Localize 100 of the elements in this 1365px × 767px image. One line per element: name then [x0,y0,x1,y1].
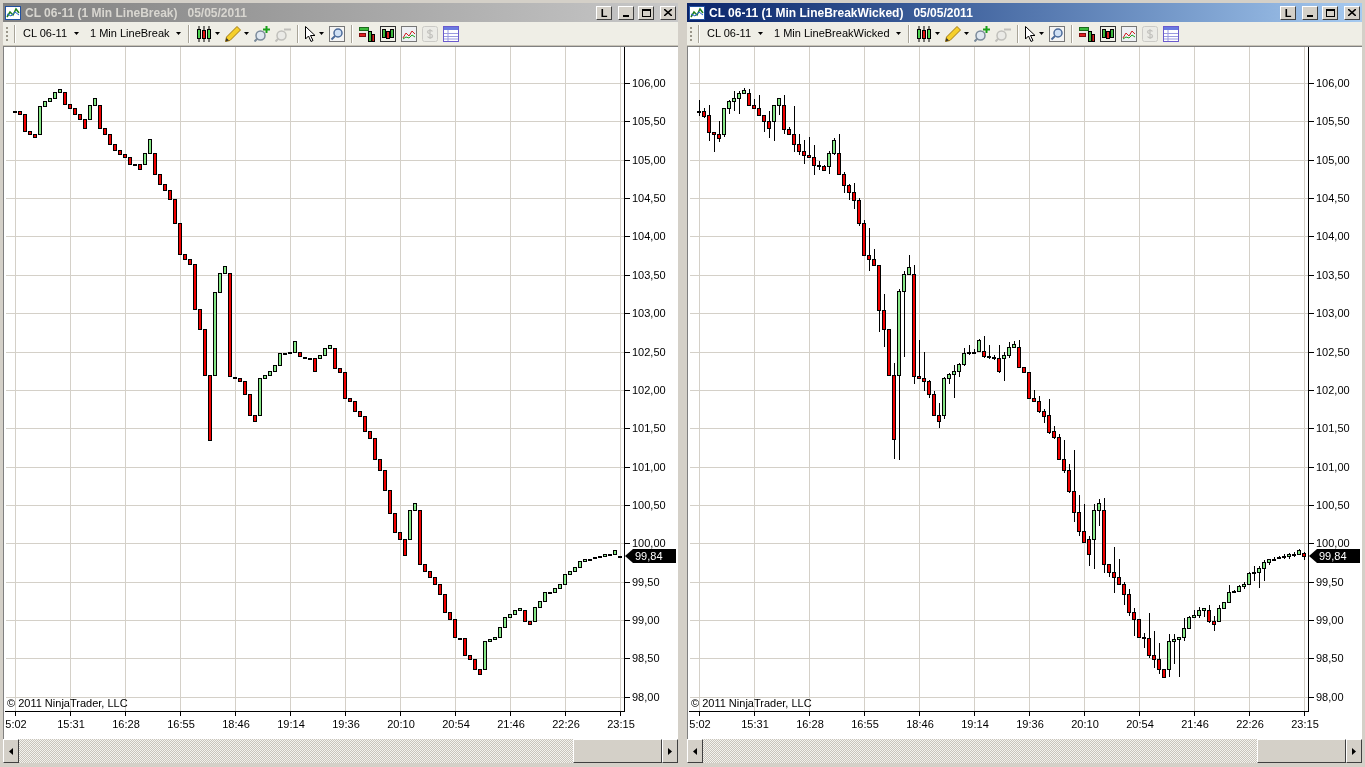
window-title: CL 06-11 (1 Min LineBreakWicked) [709,5,904,20]
price-axis-label: 106,00 [632,78,666,89]
candles-box-icon [379,25,396,42]
scroll-right-button[interactable] [662,739,678,763]
caption-button[interactable]: L [1280,5,1296,20]
time-axis-label: 15:31 [741,718,769,731]
price-axis-label: 104,00 [632,231,666,242]
time-axis-label: 5:02 [689,718,711,731]
time-axis-label: 20:10 [387,718,415,731]
price-axis-label: 101,00 [632,462,666,473]
zoom-in-icon [973,25,990,42]
scroll-left-button[interactable] [687,739,703,763]
period-dropdown[interactable]: 1 Min LineBreakWicked [773,23,902,44]
close-button[interactable] [1344,5,1360,20]
price-axis-label: 98,50 [1316,653,1344,664]
magnifier-box-icon [328,25,345,42]
caret-icon [895,32,901,35]
time-axis-label: 19:14 [277,718,305,731]
scroll-right-button[interactable] [1346,739,1362,763]
time-axis-label: 23:15 [1291,718,1319,731]
dollar-icon [1141,25,1158,42]
caret-icon [74,32,80,35]
time-axis-label: 22:26 [552,718,580,731]
time-axis-label: 21:46 [1181,718,1209,731]
price-axis-label: 104,00 [1316,231,1350,242]
maximize-button[interactable] [638,5,654,20]
chart-icon [689,5,705,20]
table-icon [442,25,459,42]
minimize-icon [623,14,629,17]
zoom-in-icon [253,25,270,42]
price-axis-label: 99,50 [1316,577,1344,588]
candles-icon [915,25,932,42]
time-axis-label: 16:55 [167,718,195,731]
drawing-tool-button[interactable] [224,23,249,44]
close-icon [664,9,672,16]
close-button[interactable] [660,5,676,20]
price-axis-label: 102,50 [1316,347,1350,358]
pointer-button[interactable] [1024,23,1044,44]
bars-icon [1078,25,1095,42]
time-axis-label: 19:14 [961,718,989,731]
time-axis-label: 23:15 [607,718,635,731]
chart-style-button[interactable] [195,23,220,44]
drawing-tool-button[interactable] [944,23,969,44]
price-axis-label: 105,50 [1316,116,1350,127]
time-axis-label: 18:46 [222,718,250,731]
scrollbar-thumb[interactable] [573,739,662,763]
close-icon [1348,9,1356,16]
zoom-in-button[interactable] [253,23,270,44]
caption-button[interactable]: L [596,5,612,20]
chart-image-button[interactable] [1120,23,1137,44]
left-arrow-icon [9,747,13,755]
price-axis-label: 105,50 [632,116,666,127]
copyright-text: © 2011 NinjaTrader, LLC [7,697,128,709]
price-axis-label: 101,00 [1316,462,1350,473]
properties-button[interactable] [1162,23,1179,44]
pointer-button[interactable] [304,23,324,44]
pointer-icon [304,25,316,42]
candles-icon [195,25,212,42]
scroll-left-button[interactable] [3,739,19,763]
chart-style-button[interactable] [915,23,940,44]
price-axis-label: 100,00 [632,538,666,549]
pointer-icon [1024,25,1036,42]
strategies-button[interactable] [379,23,396,44]
time-axis-label: 20:54 [442,718,470,731]
price-axis-label: 103,50 [1316,270,1350,281]
strategies-button[interactable] [1099,23,1116,44]
price-axis-label: 101,50 [632,423,666,434]
time-axis-label: 16:28 [112,718,140,731]
price-axis-label: 105,00 [632,155,666,166]
instrument-dropdown[interactable]: CL 06-11 [706,23,765,44]
table-icon [1162,25,1179,42]
price-axis-label: 100,50 [1316,500,1350,511]
data-box-button[interactable] [328,23,345,44]
zoom-in-button[interactable] [973,23,990,44]
period-dropdown[interactable]: 1 Min LineBreak [89,23,182,44]
copyright-text: © 2011 NinjaTrader, LLC [691,697,812,709]
maximize-button[interactable] [1322,5,1338,20]
pencil-icon [224,25,241,42]
instrument-dropdown[interactable]: CL 06-11 [22,23,81,44]
last-price-label: 99,84 [625,549,676,563]
chart-icon [5,5,21,20]
time-axis-label: 16:28 [796,718,824,731]
chart-image-button[interactable] [400,23,417,44]
caret-icon [175,32,181,35]
price-axis-label: 103,00 [1316,308,1350,319]
price-axis-label: 105,00 [1316,155,1350,166]
time-axis-label: 16:55 [851,718,879,731]
properties-button[interactable] [442,23,459,44]
candles-box-icon [1099,25,1116,42]
minimize-button[interactable] [1302,5,1318,20]
window-title: CL 06-11 (1 Min LineBreak) [25,5,178,20]
time-axis-label: 19:36 [332,718,360,731]
data-box-button[interactable] [1048,23,1065,44]
window-date: 05/05/2011 [913,5,973,20]
magnifier-box-icon [1048,25,1065,42]
minimize-button[interactable] [618,5,634,20]
price-axis-label: 102,00 [632,385,666,396]
price-axis-label: 98,00 [1316,692,1344,703]
scrollbar-thumb[interactable] [1257,739,1346,763]
caret-icon [758,32,764,35]
